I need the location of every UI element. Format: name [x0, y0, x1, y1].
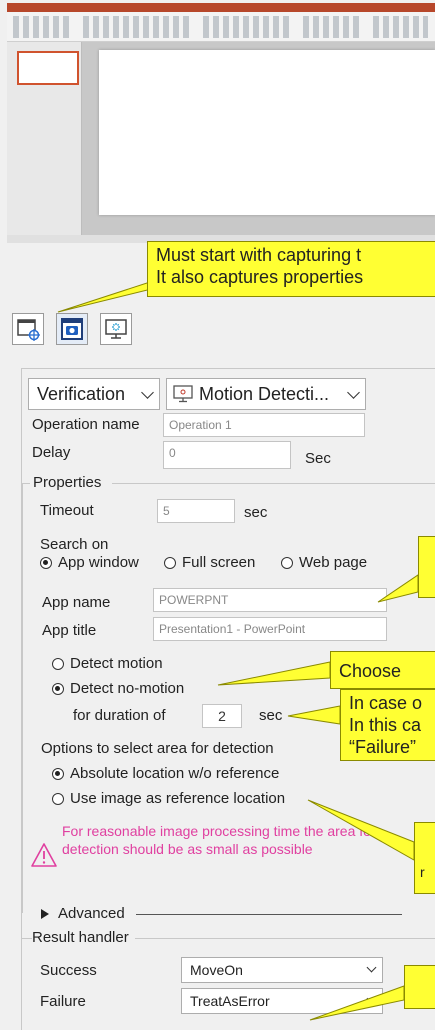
- duration-field[interactable]: 2: [202, 704, 242, 728]
- detect-nomotion-label: Detect no-motion: [70, 680, 185, 697]
- ppt-title-bar: [7, 3, 435, 12]
- search-web-page-label: Web page: [299, 554, 368, 571]
- advanced-expander[interactable]: Advanced: [40, 905, 125, 922]
- radio-dot: [281, 556, 293, 569]
- monitor-icon: [173, 385, 193, 403]
- callout-reference-text: r: [420, 864, 425, 880]
- detect-nomotion-radio[interactable]: Detect no-motion: [52, 680, 184, 697]
- area-options-label: Options to select area for detection: [41, 740, 274, 757]
- operation-name-label: Operation name: [32, 416, 140, 433]
- monitor-motion-icon: [105, 319, 127, 339]
- operation-kind-value: Motion Detecti...: [199, 383, 330, 404]
- duration-unit: sec: [259, 707, 283, 724]
- failure-select[interactable]: TreatAsError: [181, 988, 383, 1014]
- advanced-label: Advanced: [58, 905, 125, 922]
- chevron-down-icon: [141, 386, 154, 399]
- detect-motion-radio[interactable]: Detect motion: [52, 655, 163, 672]
- advanced-divider: [136, 914, 402, 915]
- success-value: MoveOn: [190, 962, 243, 978]
- app-title-field[interactable]: Presentation1 - PowerPoint: [153, 617, 387, 641]
- callout-case: In case o In this ca “Failure”: [340, 689, 435, 761]
- duration-label: for duration of: [73, 707, 166, 724]
- callout-reference: r: [414, 822, 435, 894]
- motion-detection-button[interactable]: [100, 313, 132, 345]
- timeout-label: Timeout: [40, 502, 94, 519]
- callout-case-line3: “Failure”: [349, 737, 417, 757]
- ppt-slide-thumbnails: [7, 42, 82, 235]
- operation-kind-select[interactable]: Motion Detecti...: [166, 378, 366, 410]
- timeout-unit: sec: [244, 504, 268, 521]
- radio-dot: [52, 682, 64, 695]
- success-label: Success: [40, 962, 97, 979]
- radio-dot: [40, 556, 52, 569]
- failure-value: TreatAsError: [190, 993, 270, 1009]
- callout-choose-text: Choose: [339, 661, 402, 681]
- search-app-window-label: App window: [58, 554, 139, 571]
- callout-capture: Must start with capturing t It also capt…: [147, 241, 435, 297]
- capture-window-button[interactable]: [12, 313, 44, 345]
- radio-dot: [52, 767, 64, 780]
- callout-capture-line2: It also captures properties: [156, 267, 364, 287]
- operation-type-value: Verification: [37, 383, 126, 404]
- app-title-label: App title: [42, 622, 97, 639]
- timeout-field[interactable]: 5: [157, 499, 235, 523]
- area-image-radio[interactable]: Use image as reference location: [52, 790, 285, 807]
- radio-dot: [164, 556, 176, 569]
- ppt-slide-canvas: [99, 50, 435, 215]
- camera-icon: [61, 318, 83, 340]
- search-app-window-radio[interactable]: App window: [40, 554, 139, 571]
- callout-capture-line1: Must start with capturing t: [156, 245, 362, 265]
- properties-border-top-right: [112, 483, 435, 484]
- capture-toolbar: [12, 313, 132, 345]
- powerpoint-window-thumbnail: [7, 3, 435, 243]
- callout-result-handler: [404, 965, 435, 1009]
- callout-case-line2: In this ca: [349, 715, 422, 735]
- chevron-down-icon: [366, 962, 377, 973]
- search-full-screen-label: Full screen: [182, 554, 256, 571]
- search-on-label: Search on: [40, 536, 109, 553]
- callout-case-line1: In case o: [349, 693, 423, 713]
- window-target-icon: [17, 319, 40, 341]
- delay-field[interactable]: 0: [163, 441, 291, 469]
- detect-motion-label: Detect motion: [70, 655, 163, 672]
- app-name-field[interactable]: POWERPNT: [153, 588, 387, 612]
- callout-app-name: [418, 536, 435, 598]
- operation-type-select[interactable]: Verification: [28, 378, 160, 410]
- triangle-right-icon: [41, 908, 49, 919]
- delay-unit: Sec: [305, 450, 331, 467]
- search-full-screen-radio[interactable]: Full screen: [164, 554, 255, 571]
- result-handler-title: Result handler: [32, 929, 135, 946]
- ppt-ribbon: [7, 12, 435, 42]
- properties-border-top-left: [22, 483, 30, 484]
- search-web-page-radio[interactable]: Web page: [281, 554, 367, 571]
- radio-dot: [52, 657, 64, 670]
- properties-border-left: [22, 483, 23, 913]
- area-image-label: Use image as reference location: [70, 790, 286, 807]
- success-select[interactable]: MoveOn: [181, 957, 383, 983]
- radio-dot: [52, 792, 64, 805]
- ppt-workspace: [7, 42, 435, 235]
- capture-image-button[interactable]: [56, 313, 88, 345]
- callout-choose: Choose: [330, 651, 435, 689]
- ppt-slide-thumb: [17, 51, 79, 85]
- chevron-down-icon: [366, 993, 377, 1004]
- failure-label: Failure: [40, 993, 86, 1010]
- properties-title: Properties: [33, 474, 102, 491]
- chevron-down-icon: [347, 386, 360, 399]
- operation-name-field[interactable]: Operation 1: [163, 413, 365, 437]
- warning-message: For reasonable image processing time the…: [62, 823, 376, 857]
- area-absolute-radio[interactable]: Absolute location w/o reference: [52, 765, 279, 782]
- area-absolute-label: Absolute location w/o reference: [70, 765, 280, 782]
- delay-label: Delay: [32, 444, 71, 461]
- warning-icon: [31, 843, 57, 867]
- app-name-label: App name: [42, 594, 111, 611]
